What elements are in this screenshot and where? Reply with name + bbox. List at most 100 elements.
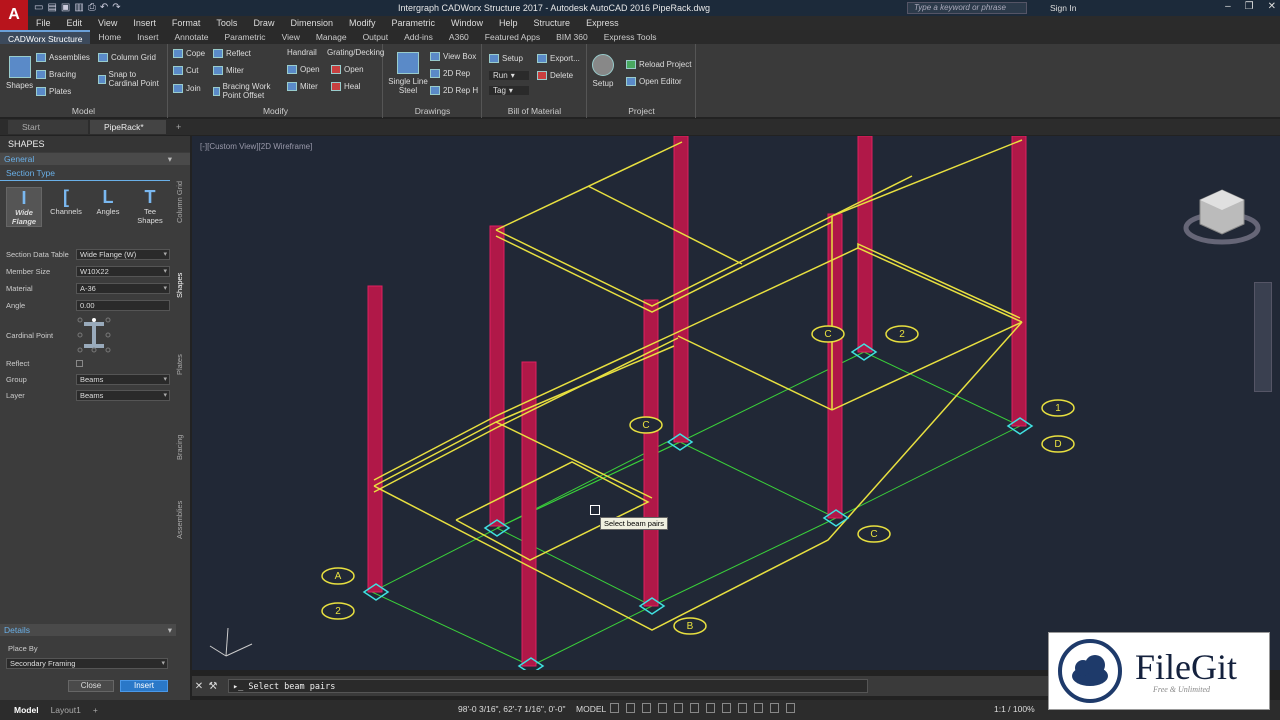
menu-parametric[interactable]: Parametric: [384, 18, 444, 28]
add-layout-icon[interactable]: +: [87, 703, 104, 717]
export-button[interactable]: Export...: [537, 54, 580, 63]
annotation-icon[interactable]: [786, 703, 795, 713]
model-space-button[interactable]: MODEL: [576, 704, 606, 714]
type-channels[interactable]: [Channels: [48, 187, 84, 227]
sidetab-assemblies[interactable]: Assemblies: [175, 490, 189, 550]
close-button[interactable]: Close: [68, 680, 114, 692]
menu-help[interactable]: Help: [491, 18, 526, 28]
new-tab-icon[interactable]: +: [168, 122, 181, 132]
menu-dimension[interactable]: Dimension: [282, 18, 341, 28]
ribbon-tab-manage[interactable]: Manage: [308, 30, 355, 44]
menu-tools[interactable]: Tools: [208, 18, 245, 28]
search-input[interactable]: Type a keyword or phrase: [907, 2, 1027, 14]
cut-button[interactable]: Cut: [173, 66, 198, 75]
menu-draw[interactable]: Draw: [245, 18, 282, 28]
ribbon-tab-annotate[interactable]: Annotate: [166, 30, 216, 44]
osnap-icon[interactable]: [674, 703, 683, 713]
cardinal-point-icon[interactable]: [74, 316, 116, 356]
heal-button[interactable]: Heal: [331, 82, 360, 91]
ribbon-tab-insert[interactable]: Insert: [129, 30, 166, 44]
polar-icon[interactable]: [658, 703, 667, 713]
sign-in-button[interactable]: Sign In: [1050, 3, 1076, 13]
shapes-button[interactable]: Shapes: [6, 56, 33, 90]
sidetab-plates[interactable]: Plates: [175, 340, 189, 390]
close-icon[interactable]: ✕: [1268, 1, 1276, 12]
insert-button[interactable]: Insert: [120, 680, 168, 692]
run-dropdown[interactable]: Run ▾: [489, 71, 529, 80]
menu-express[interactable]: Express: [578, 18, 627, 28]
menu-structure[interactable]: Structure: [526, 18, 579, 28]
join-button[interactable]: Join: [173, 84, 201, 93]
bracing-offset-button[interactable]: Bracing Work Point Offset: [213, 82, 275, 100]
snap-icon[interactable]: [626, 703, 635, 713]
open-editor-button[interactable]: Open Editor: [626, 77, 682, 86]
ribbon-tab-bim-360[interactable]: BIM 360: [548, 30, 596, 44]
viewcube[interactable]: [1182, 176, 1262, 256]
ribbon-tab-view[interactable]: View: [274, 30, 308, 44]
angle-input[interactable]: 0.00: [76, 299, 170, 311]
restore-icon[interactable]: ❐: [1245, 1, 1254, 12]
rep2d-button[interactable]: 2D Rep: [430, 69, 470, 78]
type-angles[interactable]: L Angles: [90, 187, 126, 227]
selection-cycling-icon[interactable]: [738, 703, 747, 713]
ribbon-tab-cadworx-structure[interactable]: CADWorx Structure: [0, 30, 91, 44]
ribbon-tab-featured-apps[interactable]: Featured Apps: [477, 30, 548, 44]
reload-project-button[interactable]: Reload Project: [626, 60, 691, 69]
tab-layout1[interactable]: Layout1: [45, 703, 87, 717]
tag-dropdown[interactable]: Tag ▾: [489, 86, 529, 95]
menu-file[interactable]: File: [28, 18, 59, 28]
column-grid-button[interactable]: Column Grid: [98, 53, 156, 62]
ortho-icon[interactable]: [642, 703, 651, 713]
3dosnap-icon[interactable]: [754, 703, 763, 713]
command-input[interactable]: ▸_ Select beam pairs: [228, 679, 868, 693]
grid-icon[interactable]: [610, 703, 619, 713]
ribbon-tab-parametric[interactable]: Parametric: [216, 30, 273, 44]
ribbon-tab-a360[interactable]: A360: [441, 30, 477, 44]
tab-piperack[interactable]: PipeRack*: [90, 120, 166, 134]
redo-icon[interactable]: ↷: [112, 2, 120, 13]
ribbon-tab-add-ins[interactable]: Add-ins: [396, 30, 441, 44]
ribbon-tab-output[interactable]: Output: [355, 30, 397, 44]
type-wide-flange[interactable]: I Wide Flange: [6, 187, 42, 227]
view-box-button[interactable]: View Box: [430, 52, 476, 61]
section-details[interactable]: Details ▾: [0, 624, 176, 636]
miter-button[interactable]: Miter: [213, 66, 244, 75]
ribbon-tab-express-tools[interactable]: Express Tools: [596, 30, 665, 44]
ribbon-tab-home[interactable]: Home: [90, 30, 129, 44]
otrack-icon[interactable]: [690, 703, 699, 713]
section-general[interactable]: General ▾: [0, 153, 190, 165]
handrail-miter-button[interactable]: Miter: [287, 82, 318, 91]
close-icon[interactable]: ✕: [192, 681, 206, 692]
sidetab-column-grid[interactable]: Column Grid: [175, 172, 189, 232]
open-icon[interactable]: ▤: [47, 2, 56, 13]
group-select[interactable]: Beams ▾: [76, 373, 170, 385]
menu-edit[interactable]: Edit: [59, 18, 91, 28]
material-select[interactable]: A-36 ▾: [76, 282, 170, 294]
bom-setup-button[interactable]: Setup: [489, 54, 523, 63]
transparency-icon[interactable]: [722, 703, 731, 713]
minimize-icon[interactable]: –: [1225, 1, 1231, 12]
print-icon[interactable]: ⎙: [88, 2, 96, 13]
layer-select[interactable]: Beams ▾: [76, 389, 170, 401]
place-by-select[interactable]: Secondary Framing ▾: [6, 657, 168, 669]
snap-cardinal-button[interactable]: Snap to Cardinal Point: [98, 70, 164, 88]
assemblies-button[interactable]: Assemblies: [36, 53, 90, 62]
menu-modify[interactable]: Modify: [341, 18, 384, 28]
member-size-select[interactable]: W10X22 ▾: [76, 265, 170, 277]
cope-button[interactable]: Cope: [173, 49, 205, 58]
section-table-select[interactable]: Wide Flange (W) ▾: [76, 248, 170, 260]
drawing-viewport[interactable]: [-][Custom View][2D Wireframe] A 2 B C D…: [192, 136, 1280, 670]
menu-insert[interactable]: Insert: [125, 18, 164, 28]
undo-icon[interactable]: ↶: [100, 2, 108, 13]
plates-button[interactable]: Plates: [36, 87, 71, 96]
tab-model[interactable]: Model: [8, 703, 45, 717]
menu-format[interactable]: Format: [164, 18, 209, 28]
single-line-steel-button[interactable]: Single Line Steel: [388, 52, 428, 95]
annotation-scale[interactable]: 1:1 / 100%: [994, 704, 1035, 714]
navigation-bar[interactable]: [1254, 282, 1272, 392]
reflect-checkbox[interactable]: [76, 359, 83, 367]
menu-window[interactable]: Window: [443, 18, 491, 28]
tab-start[interactable]: Start: [8, 120, 88, 134]
new-icon[interactable]: ▭: [34, 2, 43, 13]
handrail-open-button[interactable]: Open: [287, 65, 320, 74]
